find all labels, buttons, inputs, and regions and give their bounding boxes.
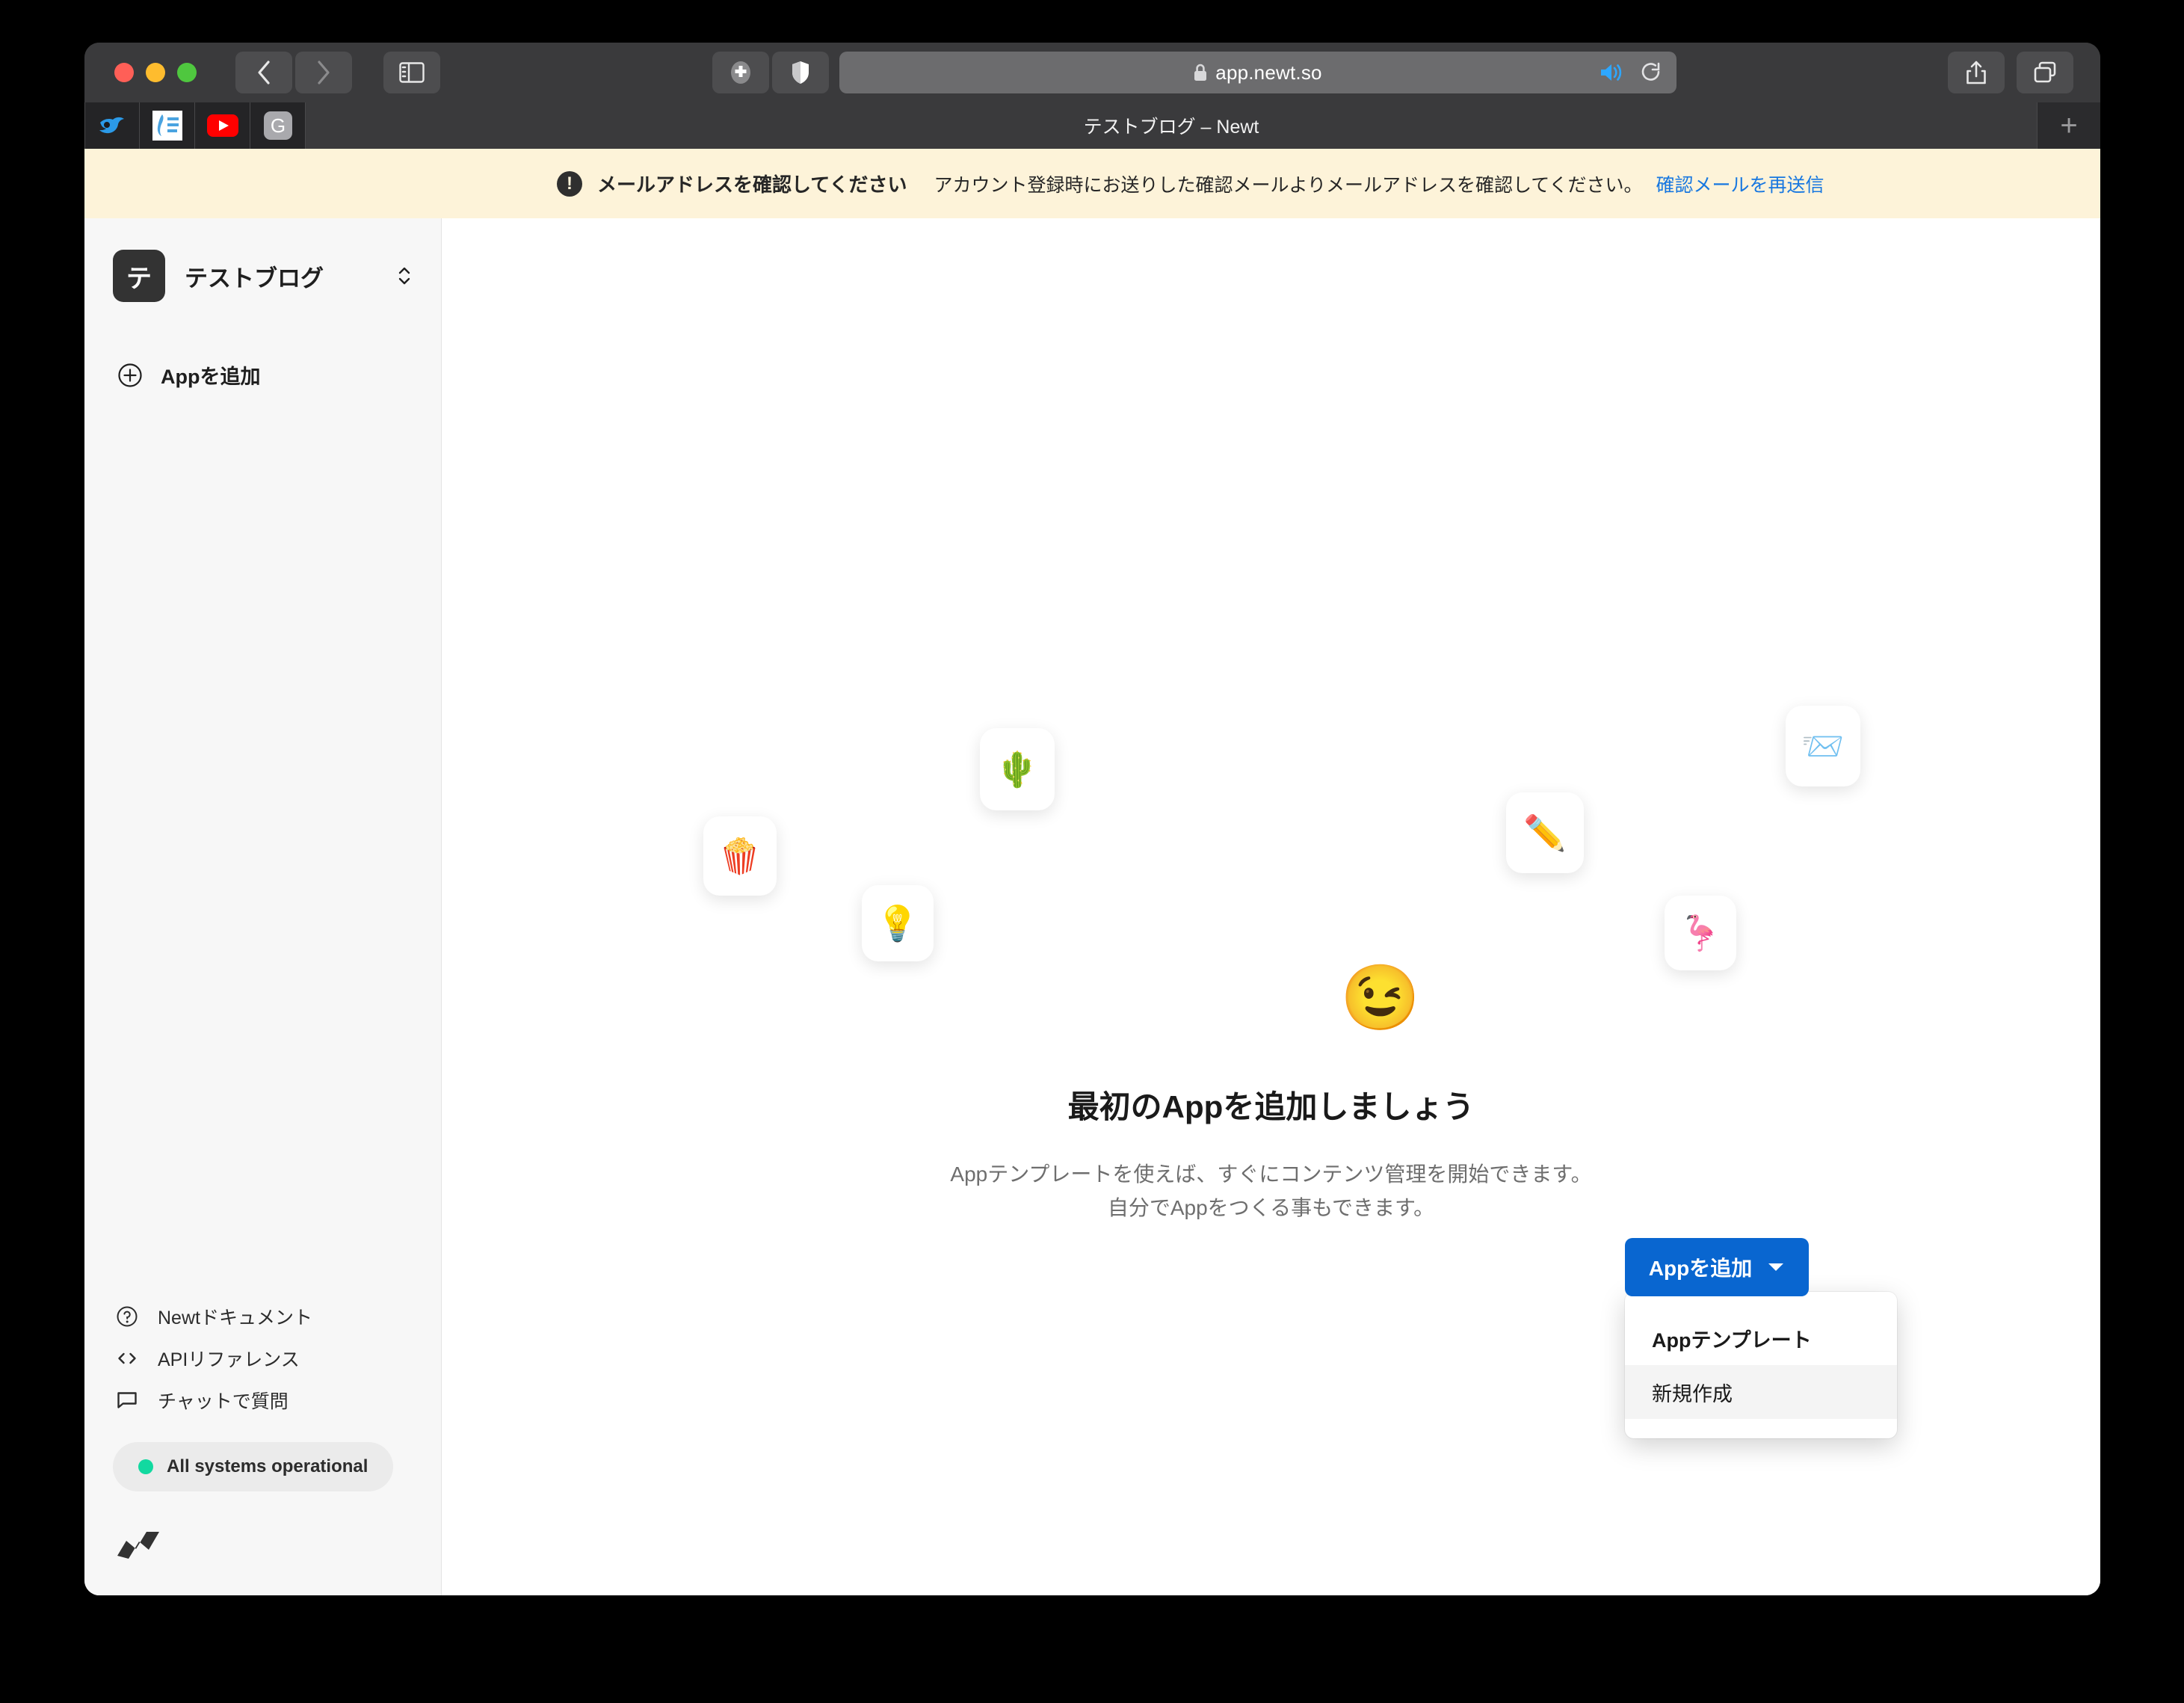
close-window-button[interactable] — [114, 63, 134, 82]
add-app-dropdown-menu: Appテンプレート 新規作成 — [1625, 1292, 1897, 1438]
alert-exclamation-icon: ! — [557, 170, 582, 197]
newt-logo — [116, 1526, 441, 1567]
extension-button[interactable] — [712, 52, 769, 93]
maximize-window-button[interactable] — [177, 63, 197, 82]
tab-youtube[interactable] — [195, 102, 250, 149]
lightbulb-emoji: 💡 — [876, 904, 919, 943]
window-controls — [114, 63, 197, 82]
browser-window: app.newt.so G テストブログ – Newt + ! メールアドレスを… — [84, 43, 2100, 1595]
incoming-mail-card: 📨 — [1786, 706, 1860, 786]
sidebar-item-newt-docs-label: Newtドキュメント — [158, 1308, 312, 1328]
corona-map-favicon — [152, 111, 182, 141]
workspace-switcher[interactable]: テ テストブログ — [84, 250, 441, 302]
page-title: 最初のAppを追加しましょう — [1067, 1089, 1475, 1124]
add-app-button[interactable]: Appを追加 — [1625, 1238, 1809, 1296]
tab-google[interactable]: G — [250, 102, 306, 149]
sidebar: テ テストブログ Appを追加 Newtドキュメント APIリファレンス チャッ… — [84, 218, 442, 1595]
tab-corona-map[interactable] — [140, 102, 195, 149]
incoming-mail-emoji: 📨 — [1801, 727, 1845, 766]
sidebar-toggle-icon — [399, 62, 425, 83]
email-verification-banner: ! メールアドレスを確認してください アカウント登録時にお送りした確認メールより… — [84, 149, 2100, 218]
browser-toolbar: app.newt.so — [84, 43, 2100, 102]
speaker-audio-icon[interactable] — [1599, 62, 1624, 83]
reload-icon[interactable] — [1641, 61, 1662, 84]
sidebar-item-api-reference-label: APIリファレンス — [158, 1349, 300, 1370]
lightbulb-card: 💡 — [862, 885, 934, 961]
winking-face-emoji: 😉 — [1340, 962, 1421, 1034]
empty-state: 最初のAppを追加しましょう Appテンプレートを使えば、すぐにコンテンツ管理を… — [442, 1082, 2100, 1225]
sidebar-item-add-app-label: Appを追加 — [161, 366, 261, 388]
forward-button[interactable] — [295, 52, 352, 93]
pencil-emoji: ✏️ — [1523, 813, 1567, 852]
address-text: app.newt.so — [1215, 61, 1322, 84]
sidebar-item-chat-support-label: チャットで質問 — [158, 1391, 289, 1412]
tab-bar: G テストブログ – Newt + — [84, 102, 2100, 149]
chevron-left-icon — [258, 61, 270, 84]
toolbar-extensions — [712, 52, 829, 93]
chevron-up-down-icon — [396, 265, 413, 287]
empty-state-subtitle-line1: Appテンプレートを使えば、すぐにコンテンツ管理を開始できます。 — [950, 1162, 1592, 1186]
address-bar[interactable]: app.newt.so — [839, 52, 1676, 93]
sidebar-toggle-wrap — [383, 52, 440, 93]
sidebar-item-add-app[interactable]: Appを追加 — [84, 360, 441, 389]
new-tab-button[interactable]: + — [2038, 102, 2100, 149]
workspace-avatar: テ — [113, 250, 165, 302]
popcorn-card: 🍿 — [703, 816, 777, 896]
active-tab[interactable]: テストブログ – Newt — [306, 102, 2038, 149]
flamingo-card: 🦩 — [1665, 896, 1736, 970]
status-badge-label: All systems operational — [167, 1456, 368, 1476]
add-app-button-label: Appを追加 — [1648, 1257, 1753, 1280]
main-content: 🍿 🌵 💡 ✏️ 🦩 📨 😉 最初のAppを追加しましょう Appテンプレートを… — [442, 218, 2100, 1595]
empty-state-subtitle-line2: 自分でAppをつくる事もできます。 — [1107, 1196, 1435, 1220]
minimize-window-button[interactable] — [146, 63, 165, 82]
popcorn-emoji: 🍿 — [718, 837, 762, 875]
menu-item-app-template[interactable]: Appテンプレート — [1625, 1311, 1897, 1365]
cactus-card: 🌵 — [980, 728, 1055, 810]
chevron-right-icon — [318, 61, 330, 84]
pencil-card: ✏️ — [1506, 792, 1584, 873]
plus-circle-icon — [118, 363, 142, 387]
newt-logo-icon — [117, 1532, 159, 1559]
workspace-name: テストブログ — [185, 265, 324, 292]
svg-text:G: G — [270, 114, 285, 137]
chat-bubble-icon — [117, 1392, 137, 1408]
page-body: テ テストブログ Appを追加 Newtドキュメント APIリファレンス チャッ… — [84, 218, 2100, 1595]
code-brackets-icon — [118, 1352, 136, 1364]
active-tab-title: テストブログ – Newt — [1083, 117, 1259, 138]
url-display: app.newt.so — [1193, 61, 1322, 84]
question-circle-icon — [117, 1306, 138, 1327]
cactus-emoji: 🌵 — [996, 750, 1039, 789]
sidebar-item-chat-support[interactable]: チャットで質問 — [84, 1379, 441, 1421]
resend-verification-link[interactable]: 確認メールを再送信 — [1656, 170, 1824, 197]
banner-description: アカウント登録時にお送りした確認メールよりメールアドレスを確認してください。 — [934, 174, 1643, 196]
puzzle-extension-icon — [730, 61, 750, 84]
tab-overview-button[interactable] — [2017, 52, 2073, 93]
banner-title: メールアドレスを確認してください — [597, 173, 907, 196]
address-bar-actions — [1599, 61, 1662, 84]
lock-icon — [1194, 64, 1207, 81]
page-viewport: ! メールアドレスを確認してください アカウント登録時にお送りした確認メールより… — [84, 149, 2100, 1595]
sidebar-item-newt-docs[interactable]: Newtドキュメント — [84, 1296, 441, 1337]
status-dot-icon — [138, 1459, 153, 1474]
sidebar-toggle-button[interactable] — [383, 52, 440, 93]
toolbar-right-actions — [1948, 52, 2073, 93]
address-region: app.newt.so — [473, 52, 1915, 93]
menu-item-create-new[interactable]: 新規作成 — [1625, 1365, 1897, 1419]
tab-overview-icon — [2034, 61, 2056, 83]
status-badge[interactable]: All systems operational — [113, 1442, 394, 1491]
caret-down-icon — [1768, 1263, 1784, 1271]
back-button[interactable] — [235, 52, 292, 93]
shield-privacy-icon — [792, 61, 809, 84]
navigation-buttons — [235, 52, 352, 93]
share-button[interactable] — [1948, 52, 2005, 93]
privacy-shield-button[interactable] — [771, 52, 829, 93]
tab-twitter[interactable] — [84, 102, 140, 149]
google-favicon: G — [263, 111, 292, 140]
youtube-favicon — [206, 114, 238, 137]
flamingo-emoji: 🦩 — [1679, 914, 1722, 952]
share-icon — [1966, 61, 1986, 84]
twitter-bird-favicon — [99, 117, 124, 134]
sidebar-item-api-reference[interactable]: APIリファレンス — [84, 1337, 441, 1379]
